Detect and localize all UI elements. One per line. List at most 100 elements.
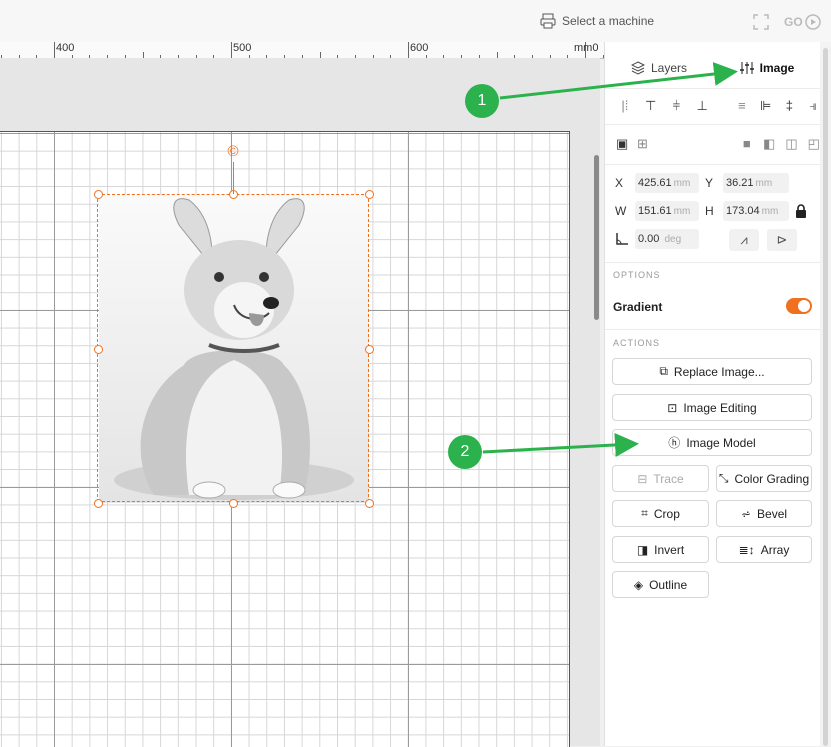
ruler-label: 600 (410, 42, 429, 54)
top-bar: Select a machine GO (0, 0, 831, 42)
flip-horizontal-button[interactable]: ⩘ (729, 229, 759, 251)
trace-button[interactable]: ⊟ Trace (612, 465, 709, 492)
ruler-ticks (1, 42, 604, 58)
resize-handle-bottom-right[interactable] (365, 499, 374, 508)
w-unit: mm (673, 206, 691, 217)
invert-button[interactable]: ◨ Invert (612, 536, 709, 563)
align-top-icon[interactable]: ⊤ (643, 98, 659, 114)
gradient-toggle[interactable] (786, 298, 812, 314)
align-toolbar: |⁞ ⊤ ⫩ ⊥ ≡ ⊫ ‡ ⫣ (605, 96, 821, 116)
layers-icon (630, 61, 645, 75)
resize-handle-left[interactable] (94, 345, 103, 354)
image-edit-icon: ⊡ (667, 400, 678, 415)
subtract-icon[interactable]: ◧ (762, 136, 776, 152)
tab-image[interactable]: Image (713, 50, 821, 86)
y-field[interactable]: 36.21 mm (723, 173, 789, 193)
tab-layers[interactable]: Layers (605, 50, 713, 86)
x-field[interactable]: 425.61 mm (635, 173, 699, 193)
sliders-icon (739, 62, 754, 74)
crop-label: Crop (653, 506, 680, 521)
frame-icon[interactable] (753, 14, 769, 30)
exclude-icon[interactable]: ◰ (807, 136, 821, 152)
select-machine-button[interactable]: Select a machine (540, 13, 654, 29)
resize-handle-bottom[interactable] (229, 499, 238, 508)
w-value: 151.61 (638, 205, 672, 217)
annotation-badge-1: 1 (465, 84, 499, 118)
array-button[interactable]: ≣↕ Array (716, 536, 812, 563)
angle-icon (616, 233, 628, 245)
tab-layers-label: Layers (650, 61, 688, 75)
flip-vertical-icon: ⊳ (776, 232, 788, 247)
w-field[interactable]: 151.61 mm (635, 201, 699, 221)
w-label: W (615, 204, 627, 218)
divider (605, 329, 821, 330)
canvas-scrollbar[interactable] (594, 155, 599, 320)
panel-scrollbar[interactable] (823, 48, 828, 746)
align-right-icon[interactable]: ⫣ (805, 98, 821, 114)
rotation-value: 0.00 (638, 233, 660, 245)
x-label: X (615, 176, 624, 190)
image-model-button[interactable]: ⓗ Image Model (612, 429, 812, 456)
bevel-icon: ⩫ (740, 506, 752, 521)
actions-title: ACTIONS (613, 338, 661, 348)
trace-label: Trace (653, 471, 684, 486)
intersect-icon[interactable]: ◫ (784, 136, 798, 152)
bevel-button[interactable]: ⩫ Bevel (716, 500, 812, 527)
outline-label: Outline (649, 577, 688, 592)
divider (605, 164, 821, 165)
invert-label: Invert (654, 542, 685, 557)
crop-icon: ⌗ (641, 506, 648, 520)
resize-handle-top-right[interactable] (365, 190, 374, 199)
image-editing-label: Image Editing (683, 400, 757, 415)
select-machine-label: Select a machine (562, 14, 655, 28)
group-icon[interactable]: ▣ (615, 136, 629, 152)
h-field[interactable]: 173.04 mm (723, 201, 789, 221)
align-left-edge-icon[interactable]: ⊫ (758, 98, 774, 114)
color-grading-button[interactable]: ⤡ Color Grading (716, 465, 812, 492)
go-label: GO (784, 15, 803, 29)
y-label: Y (705, 176, 714, 190)
image-editing-button[interactable]: ⊡ Image Editing (612, 394, 812, 421)
lock-icon[interactable] (794, 204, 808, 218)
x-value: 425.61 (638, 177, 672, 189)
crop-button[interactable]: ⌗ Crop (612, 500, 709, 527)
horizontal-ruler: 400 500 600 mm0 (0, 42, 604, 59)
color-grading-label: Color Grading (734, 471, 810, 486)
rotation-stem (233, 162, 234, 194)
flip-horizontal-icon: ⩘ (740, 232, 748, 247)
align-center-icon[interactable]: ‡ (782, 98, 798, 114)
ungroup-icon[interactable]: ⊞ (635, 136, 649, 152)
boolean-toolbar: ▣ ⊞ ■ ◧ ◫ ◰ (605, 134, 821, 154)
flip-vertical-button[interactable]: ⊳ (767, 229, 797, 251)
outline-button[interactable]: ◈ Outline (612, 571, 709, 598)
go-button[interactable]: GO (784, 14, 821, 30)
gradient-label: Gradient (613, 300, 663, 314)
align-left-icon[interactable]: |⁞ (617, 98, 633, 114)
divider (605, 88, 821, 89)
tab-image-label: Image (759, 61, 795, 75)
array-icon: ≣↕ (738, 542, 755, 557)
resize-handle-bottom-left[interactable] (94, 499, 103, 508)
panel-tabs: Layers Image (605, 50, 821, 86)
rotation-field[interactable]: 0.00 deg (635, 229, 699, 249)
trace-icon: ⊟ (637, 471, 648, 486)
selection-box (97, 194, 369, 502)
resize-handle-top-left[interactable] (94, 190, 103, 199)
printer-icon (540, 13, 556, 29)
y-unit: mm (755, 178, 773, 189)
rotate-handle-icon[interactable]: © (225, 144, 241, 160)
distribute-vertical-icon[interactable]: ≡ (734, 98, 750, 114)
divider (605, 262, 821, 263)
replace-image-button[interactable]: ⧉ Replace Image... (612, 358, 812, 385)
color-grading-icon: ⤡ (718, 471, 729, 485)
align-bottom-icon[interactable]: ⊥ (694, 98, 710, 114)
resize-handle-right[interactable] (365, 345, 374, 354)
align-middle-icon[interactable]: ⫩ (669, 98, 685, 114)
union-icon[interactable]: ■ (740, 136, 754, 152)
h-value: 173.04 (726, 205, 760, 217)
annotation-badge-2: 2 (448, 435, 482, 469)
h-label: H (705, 204, 714, 218)
outline-icon: ◈ (633, 577, 644, 592)
model-icon: ⓗ (668, 436, 681, 450)
ruler-label: 400 (56, 42, 75, 54)
